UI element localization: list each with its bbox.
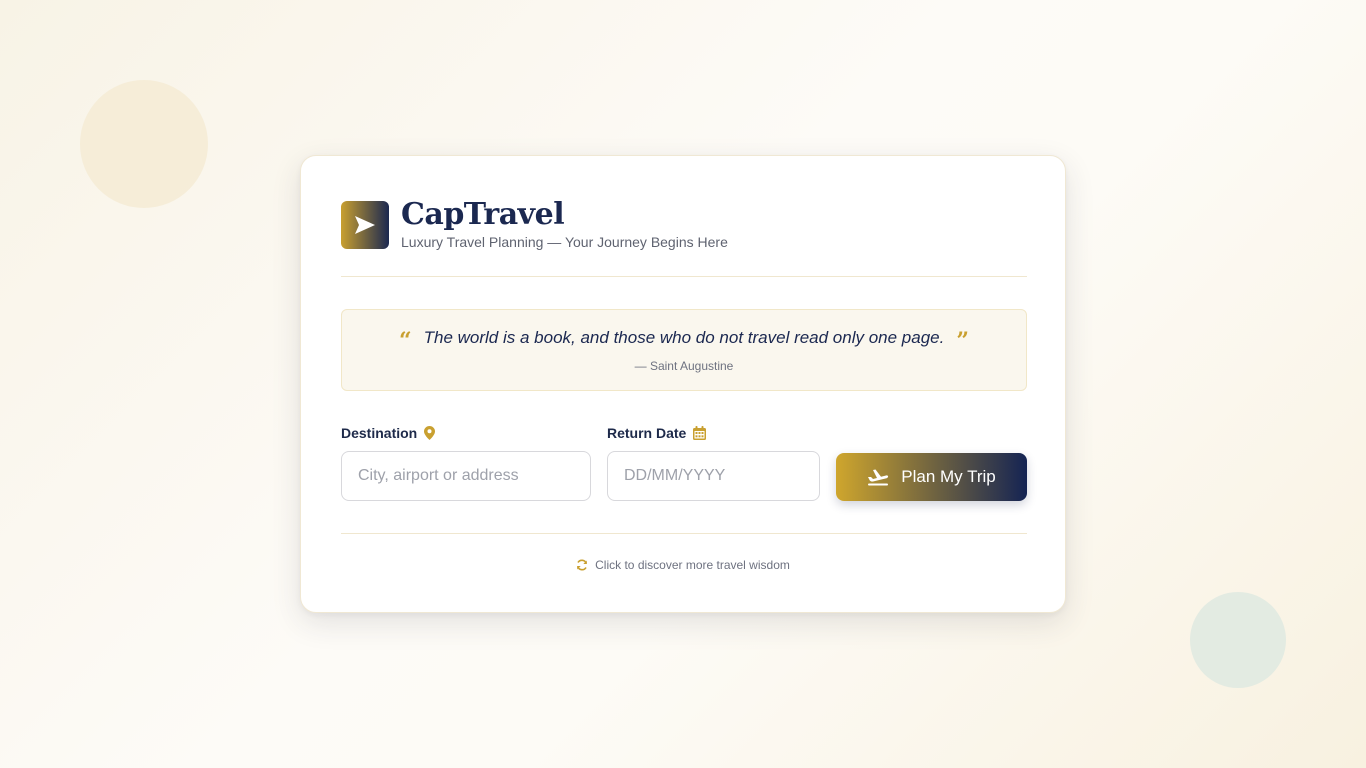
return-date-label-text: Return Date — [607, 425, 687, 441]
decorative-circle-gold — [80, 80, 208, 208]
brand-name: CapTravel — [401, 197, 565, 232]
destination-label-text: Destination — [341, 425, 418, 441]
refresh-icon — [576, 559, 588, 571]
decorative-circle-sage — [1190, 592, 1286, 688]
return-date-input[interactable] — [607, 451, 820, 501]
quote-close-icon: ” — [956, 328, 970, 354]
plan-my-trip-button[interactable]: Plan My Trip — [836, 453, 1027, 501]
discover-wisdom-text: Click to discover more travel wisdom — [595, 558, 790, 572]
brand-header: CapTravel Luxury Travel Planning — Your … — [341, 197, 728, 250]
plan-my-trip-label: Plan My Trip — [901, 467, 996, 486]
destination-label: Destination — [341, 425, 436, 441]
quote-box: “ The world is a book, and those who do … — [341, 309, 1027, 391]
quote-author: — Saint Augustine — [634, 359, 734, 373]
brand-tagline: Luxury Travel Planning — Your Journey Be… — [401, 234, 728, 250]
calendar-icon — [693, 426, 707, 440]
send-arrow-icon — [341, 201, 389, 249]
divider — [341, 533, 1027, 534]
quote-open-icon: “ — [398, 328, 412, 354]
discover-wisdom-link[interactable]: Click to discover more travel wisdom — [301, 558, 1065, 572]
map-pin-icon — [424, 426, 436, 440]
trip-planner-card: CapTravel Luxury Travel Planning — Your … — [300, 155, 1066, 613]
destination-input[interactable] — [341, 451, 591, 501]
quote-text: The world is a book, and those who do no… — [423, 328, 945, 347]
plane-departure-icon — [867, 468, 889, 486]
divider — [341, 276, 1027, 277]
return-date-label: Return Date — [607, 425, 707, 441]
